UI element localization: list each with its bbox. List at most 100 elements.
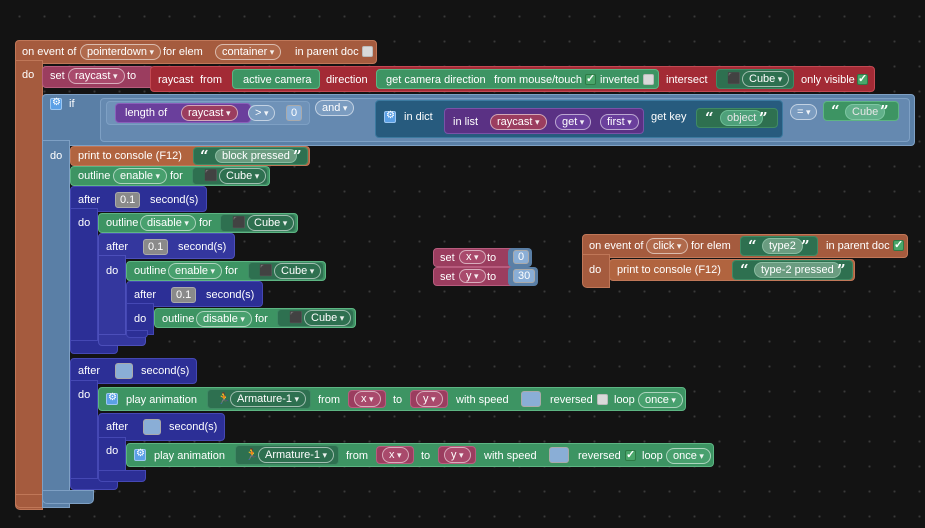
inverted-checkbox[interactable] xyxy=(643,74,654,85)
running-figure-icon: 🏃 xyxy=(245,449,259,461)
after-block-footer xyxy=(126,330,148,338)
speed-input[interactable] xyxy=(549,447,569,463)
armature-dropdown[interactable]: Armature-1 xyxy=(230,391,307,407)
if-block-footer xyxy=(42,490,94,504)
after-number-input[interactable]: 0.1 xyxy=(143,239,169,255)
reversed-label: reversed xyxy=(578,450,621,462)
set-y-value-input[interactable]: 30 xyxy=(513,269,536,283)
compare-operator-dropdown[interactable]: > xyxy=(248,105,276,121)
in-list-label: in list xyxy=(453,116,479,128)
outline-label: outline xyxy=(134,265,167,277)
reversed-checkbox[interactable] xyxy=(597,394,608,405)
cube-icon: ⬛ xyxy=(289,312,303,324)
from-mouse-label: from mouse/touch xyxy=(494,74,583,86)
loop-dropdown[interactable]: once xyxy=(666,448,711,464)
set-label: set xyxy=(440,252,455,264)
print-string-input[interactable]: block pressed xyxy=(215,149,297,163)
open-quote-icon: “ xyxy=(740,261,749,279)
only-visible-label: only visible xyxy=(801,74,855,86)
intersect-object-dropdown[interactable]: Cube xyxy=(742,71,790,87)
if-do-label: do xyxy=(50,150,63,162)
list-var-dropdown[interactable]: raycast xyxy=(490,114,547,130)
in-parent-doc-checkbox[interactable] xyxy=(893,238,904,251)
anim-gear-icon[interactable] xyxy=(134,448,146,461)
running-figure-icon: 🏃 xyxy=(217,393,231,405)
after-number-input[interactable] xyxy=(115,363,133,379)
reversed-label: reversed xyxy=(550,394,593,406)
set-label: set xyxy=(440,271,455,283)
outline-label: outline xyxy=(162,313,195,325)
outline-object-dropdown[interactable]: Cube xyxy=(274,263,322,279)
from-mouse-checkbox[interactable] xyxy=(585,72,596,85)
elem-string-input[interactable]: type2 xyxy=(762,238,803,254)
to-label: to xyxy=(487,252,497,264)
element-dropdown[interactable]: container xyxy=(215,44,282,60)
after-do-label: do xyxy=(134,313,147,325)
after-block-footer xyxy=(98,470,146,482)
length-var-dropdown[interactable]: raycast xyxy=(181,105,238,121)
open-quote-icon: “ xyxy=(748,237,757,255)
after-number-input[interactable]: 0.1 xyxy=(171,287,197,303)
equals-operator-dropdown[interactable]: = xyxy=(790,104,818,120)
from-var-dropdown[interactable]: x xyxy=(354,391,381,407)
event-do-label: do xyxy=(589,264,602,276)
outline-mode-dropdown[interactable]: enable xyxy=(168,263,223,279)
cube-icon: ⬛ xyxy=(232,217,246,229)
after-do-label: do xyxy=(106,445,119,457)
play-animation-label: play animation xyxy=(154,450,225,462)
from-var-dropdown[interactable]: x xyxy=(382,447,409,463)
open-quote-icon: “ xyxy=(831,102,840,120)
cube-icon: ⬛ xyxy=(727,73,741,85)
to-var-dropdown[interactable]: y xyxy=(444,447,471,463)
event-type-dropdown[interactable]: click xyxy=(646,238,689,254)
position-dropdown[interactable]: first xyxy=(600,114,639,130)
key-string-input[interactable]: object xyxy=(720,110,764,126)
print-string-input[interactable]: type-2 pressed xyxy=(754,262,841,278)
cube-icon: ⬛ xyxy=(259,265,273,277)
after-label: after xyxy=(78,365,101,377)
after-label: after xyxy=(134,289,157,301)
for-elem-label: for elem xyxy=(691,240,731,252)
outline-object-dropdown[interactable]: Cube xyxy=(219,168,267,184)
raycast-var-dropdown[interactable]: raycast xyxy=(68,68,125,84)
if-block-spine xyxy=(42,140,70,508)
set-x-value-input[interactable]: 0 xyxy=(513,250,530,264)
anim-gear-icon[interactable] xyxy=(106,392,118,405)
and-operator-dropdown[interactable]: and xyxy=(315,100,355,116)
seconds-label: second(s) xyxy=(169,421,218,433)
event-label: on event of xyxy=(22,46,77,58)
in-parent-doc-label: in parent doc xyxy=(295,46,359,58)
outline-mode-dropdown[interactable]: disable xyxy=(140,215,196,231)
loop-dropdown[interactable]: once xyxy=(638,392,683,408)
outline-label: outline xyxy=(106,217,139,229)
set-x-var-dropdown[interactable]: x xyxy=(459,250,486,264)
print-label: print to console (F12) xyxy=(78,150,182,162)
get-mode-dropdown[interactable]: get xyxy=(555,114,592,130)
to-label: to xyxy=(421,450,431,462)
outline-object-dropdown[interactable]: Cube xyxy=(304,310,352,326)
if-gear-icon[interactable] xyxy=(50,97,62,110)
after-do-label: do xyxy=(106,265,119,277)
armature-dropdown[interactable]: Armature-1 xyxy=(258,447,335,463)
event-type-dropdown[interactable]: pointerdown xyxy=(80,44,161,60)
outline-mode-dropdown[interactable]: enable xyxy=(113,168,168,184)
open-quote-icon: “ xyxy=(200,147,209,165)
after-number-input[interactable]: 0.1 xyxy=(115,192,141,208)
outline-mode-dropdown[interactable]: disable xyxy=(196,311,252,327)
only-visible-checkbox[interactable] xyxy=(857,72,868,85)
in-parent-doc-checkbox[interactable] xyxy=(362,46,373,57)
after-do-label: do xyxy=(78,217,91,229)
in-dict-gear-icon[interactable] xyxy=(384,110,396,123)
set-y-var-dropdown[interactable]: y xyxy=(459,269,486,283)
to-var-dropdown[interactable]: y xyxy=(416,391,443,407)
outline-object-dropdown[interactable]: Cube xyxy=(247,215,295,231)
after-label: after xyxy=(106,421,129,433)
speed-input[interactable] xyxy=(521,391,541,407)
compare-number-input[interactable]: 0 xyxy=(286,105,303,121)
play-animation-label: play animation xyxy=(126,394,197,406)
close-quote-icon: ” xyxy=(801,237,810,255)
seconds-label: second(s) xyxy=(206,289,255,301)
after-number-input[interactable] xyxy=(143,419,161,435)
reversed-checkbox[interactable] xyxy=(625,448,636,461)
for-label: for xyxy=(199,217,212,229)
